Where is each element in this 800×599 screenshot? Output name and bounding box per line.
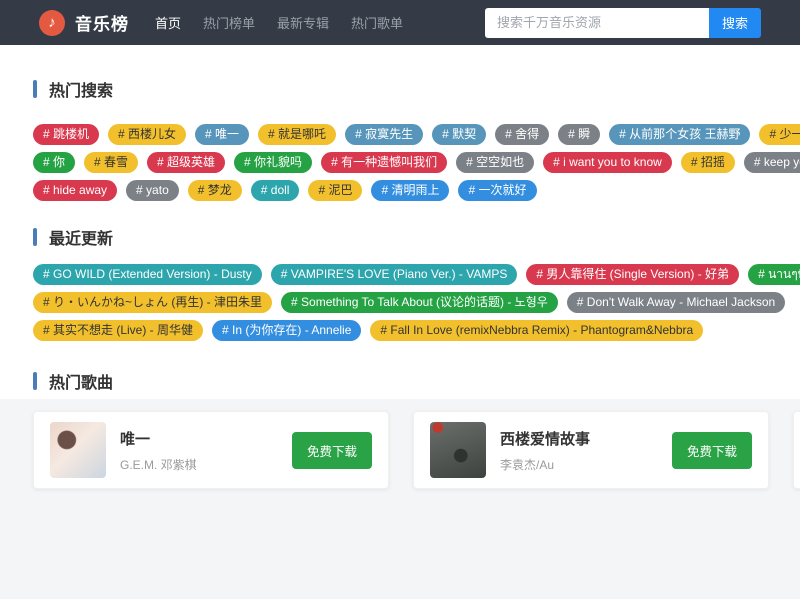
tag-row: # GO WILD (Extended Version) - Dusty # VA… (33, 264, 800, 285)
hot-search-tag[interactable]: # 你 (33, 152, 76, 173)
hot-search-tag[interactable]: # 少一点天分 (759, 124, 800, 145)
song-title: 唯一 (120, 430, 151, 448)
song-card: 免费下载 (793, 411, 800, 489)
hot-search-tag[interactable]: # 泥巴 (308, 180, 363, 201)
top-navbar: ♪ 音乐榜 首页 热门榜单 最新专辑 热门歌单 搜索 (0, 0, 800, 45)
hot-search-tag[interactable]: # keep your eyes on me (743, 152, 800, 173)
album-cover (50, 422, 106, 478)
recent-update-tag[interactable]: # VAMPIRE'S LOVE (Piano Ver.) - VAMPS (270, 264, 518, 285)
hot-search-tag[interactable]: # 清明雨上 (371, 180, 450, 201)
recent-updates-heading: 最近更新 (33, 225, 767, 249)
hot-search-tag[interactable]: # 唯一 (195, 124, 250, 145)
hot-search-tag[interactable]: # 春雪 (84, 152, 139, 173)
tag-row: # 其实不想走 (Live) - 周华健 # In (为你存在) - Anneli… (33, 320, 767, 341)
recent-update-tag[interactable]: # GO WILD (Extended Version) - Dusty (33, 264, 262, 285)
song-cards-row: 唯一 G.E.M. 邓紫棋 免费下载 西楼爱情故事李袁杰/Au 免费下载 免费下载 (33, 411, 800, 489)
recent-update-tag[interactable]: # 其实不想走 (Live) - 周华健 (33, 320, 204, 341)
free-download-button[interactable]: 免费下载 (291, 431, 372, 469)
heading-accent-bar (33, 80, 37, 98)
hot-search-tag[interactable]: # 梦龙 (187, 180, 242, 201)
hot-search-tag[interactable]: # 跳楼机 (33, 124, 100, 145)
recent-update-tag[interactable]: # 男人靠得住 (Single Version) - 好弟 (526, 264, 740, 285)
brand-title: 音乐榜 (75, 15, 129, 34)
hot-search-tag[interactable]: # 默契 (432, 124, 487, 145)
section-title: 热门搜索 (49, 83, 114, 100)
section-title: 最近更新 (49, 231, 114, 248)
nav-item-最新专辑[interactable]: 最新专辑 (277, 13, 329, 32)
hot-search-tag[interactable]: # 就是哪吒 (258, 124, 337, 145)
free-download-button[interactable]: 免费下载 (671, 431, 752, 469)
album-cover (430, 422, 486, 478)
song-artist: G.E.M. 邓紫棋 (120, 457, 197, 472)
hot-songs-heading: 热门歌曲 (33, 369, 767, 393)
hot-search-tag[interactable]: # 西楼儿女 (108, 124, 187, 145)
tag-row: # hide away # yato # 梦龙 # doll # 泥巴 # 清明雨上 # 一… (33, 180, 767, 201)
song-card: 唯一 G.E.M. 邓紫棋 免费下载 (33, 411, 389, 489)
hot-search-heading: 热门搜索 (33, 77, 767, 101)
song-meta: 唯一 G.E.M. 邓紫棋 (120, 428, 197, 473)
nav-item-热门歌单[interactable]: 热门歌单 (351, 13, 403, 32)
song-title: 西楼爱情故事 (500, 430, 591, 448)
hot-search-tag[interactable]: # 从前那个女孩 王赫野 (609, 124, 751, 145)
hot-search-tag[interactable]: # 一次就好 (458, 180, 537, 201)
song-artist: 李袁杰/Au (500, 457, 555, 472)
hot-search-tag[interactable]: # 瞬 (558, 124, 601, 145)
recent-update-tag[interactable]: # นานๆที Feat.B5 - ToR+ Saksit (748, 264, 800, 285)
main-content: 热门搜索 # 跳楼机 # 西楼儿女 # 唯一 # 就是哪吒 # 寂寞先生 # 默契 # 舍得… (0, 77, 800, 599)
hot-search-tag[interactable]: # 超级英雄 (147, 152, 226, 173)
hot-search-tag[interactable]: # 有一种遗憾叫我们 (321, 152, 448, 173)
hot-search-tags: # 跳楼机 # 西楼儿女 # 唯一 # 就是哪吒 # 寂寞先生 # 默契 # 舍得 # 瞬 # … (33, 124, 800, 201)
recent-update-tag[interactable]: # Something To Talk About (议论的话题) - 노형우 (281, 292, 558, 313)
hot-search-tag[interactable]: # 你礼貌吗 (234, 152, 313, 173)
section-title: 热门歌曲 (49, 375, 114, 392)
tag-row: # り・いんかね~しょん (再生) - 津田朱里 # Something To T… (33, 292, 786, 313)
hot-search-tag[interactable]: # i want you to know (543, 152, 672, 173)
song-card: 西楼爱情故事 李袁杰/Au 免费下载 (413, 411, 769, 489)
hot-search-tag[interactable]: # 寂寞先生 (345, 124, 424, 145)
nav-item-热门榜单[interactable]: 热门榜单 (203, 13, 255, 32)
tag-row: # 你 # 春雪 # 超级英雄 # 你礼貌吗 # 有一种遗憾叫我们 # 空空如也 # i w… (33, 152, 800, 173)
heading-accent-bar (33, 372, 37, 390)
search-box: 搜索 (484, 7, 761, 38)
nav-item-首页[interactable]: 首页 (155, 13, 181, 32)
search-button[interactable]: 搜索 (708, 7, 761, 38)
nav-menu: 首页 热门榜单 最新专辑 热门歌单 (155, 13, 403, 32)
hot-search-tag[interactable]: # 舍得 (495, 124, 550, 145)
hot-search-tag[interactable]: # hide away (33, 180, 118, 201)
recent-update-tag[interactable]: # Fall In Love (remixNebbra Remix) - Pha… (370, 320, 704, 341)
recent-update-tag[interactable]: # り・いんかね~しょん (再生) - 津田朱里 (33, 292, 273, 313)
search-input[interactable] (484, 7, 709, 38)
tag-row: # 跳楼机 # 西楼儿女 # 唯一 # 就是哪吒 # 寂寞先生 # 默契 # 舍得 # 瞬 # … (33, 124, 800, 145)
recent-update-tags: # GO WILD (Extended Version) - Dusty # VA… (33, 264, 800, 341)
hot-search-tag[interactable]: # 招摇 (680, 152, 735, 173)
music-note-logo-icon[interactable]: ♪ (39, 9, 65, 36)
recent-update-tag[interactable]: # In (为你存在) - Annelie (212, 320, 362, 341)
hot-search-tag[interactable]: # 空空如也 (456, 152, 535, 173)
hot-search-tag[interactable]: # doll (250, 180, 300, 201)
hot-songs-band: 唯一 G.E.M. 邓紫棋 免费下载 西楼爱情故事李袁杰/Au 免费下载 免费下载 (0, 399, 800, 599)
recent-update-tag[interactable]: # Don't Walk Away - Michael Jackson (566, 292, 786, 313)
heading-accent-bar (33, 228, 37, 246)
hot-search-tag[interactable]: # yato (126, 180, 179, 201)
song-meta: 西楼爱情故事 李袁杰/Au (500, 428, 590, 473)
